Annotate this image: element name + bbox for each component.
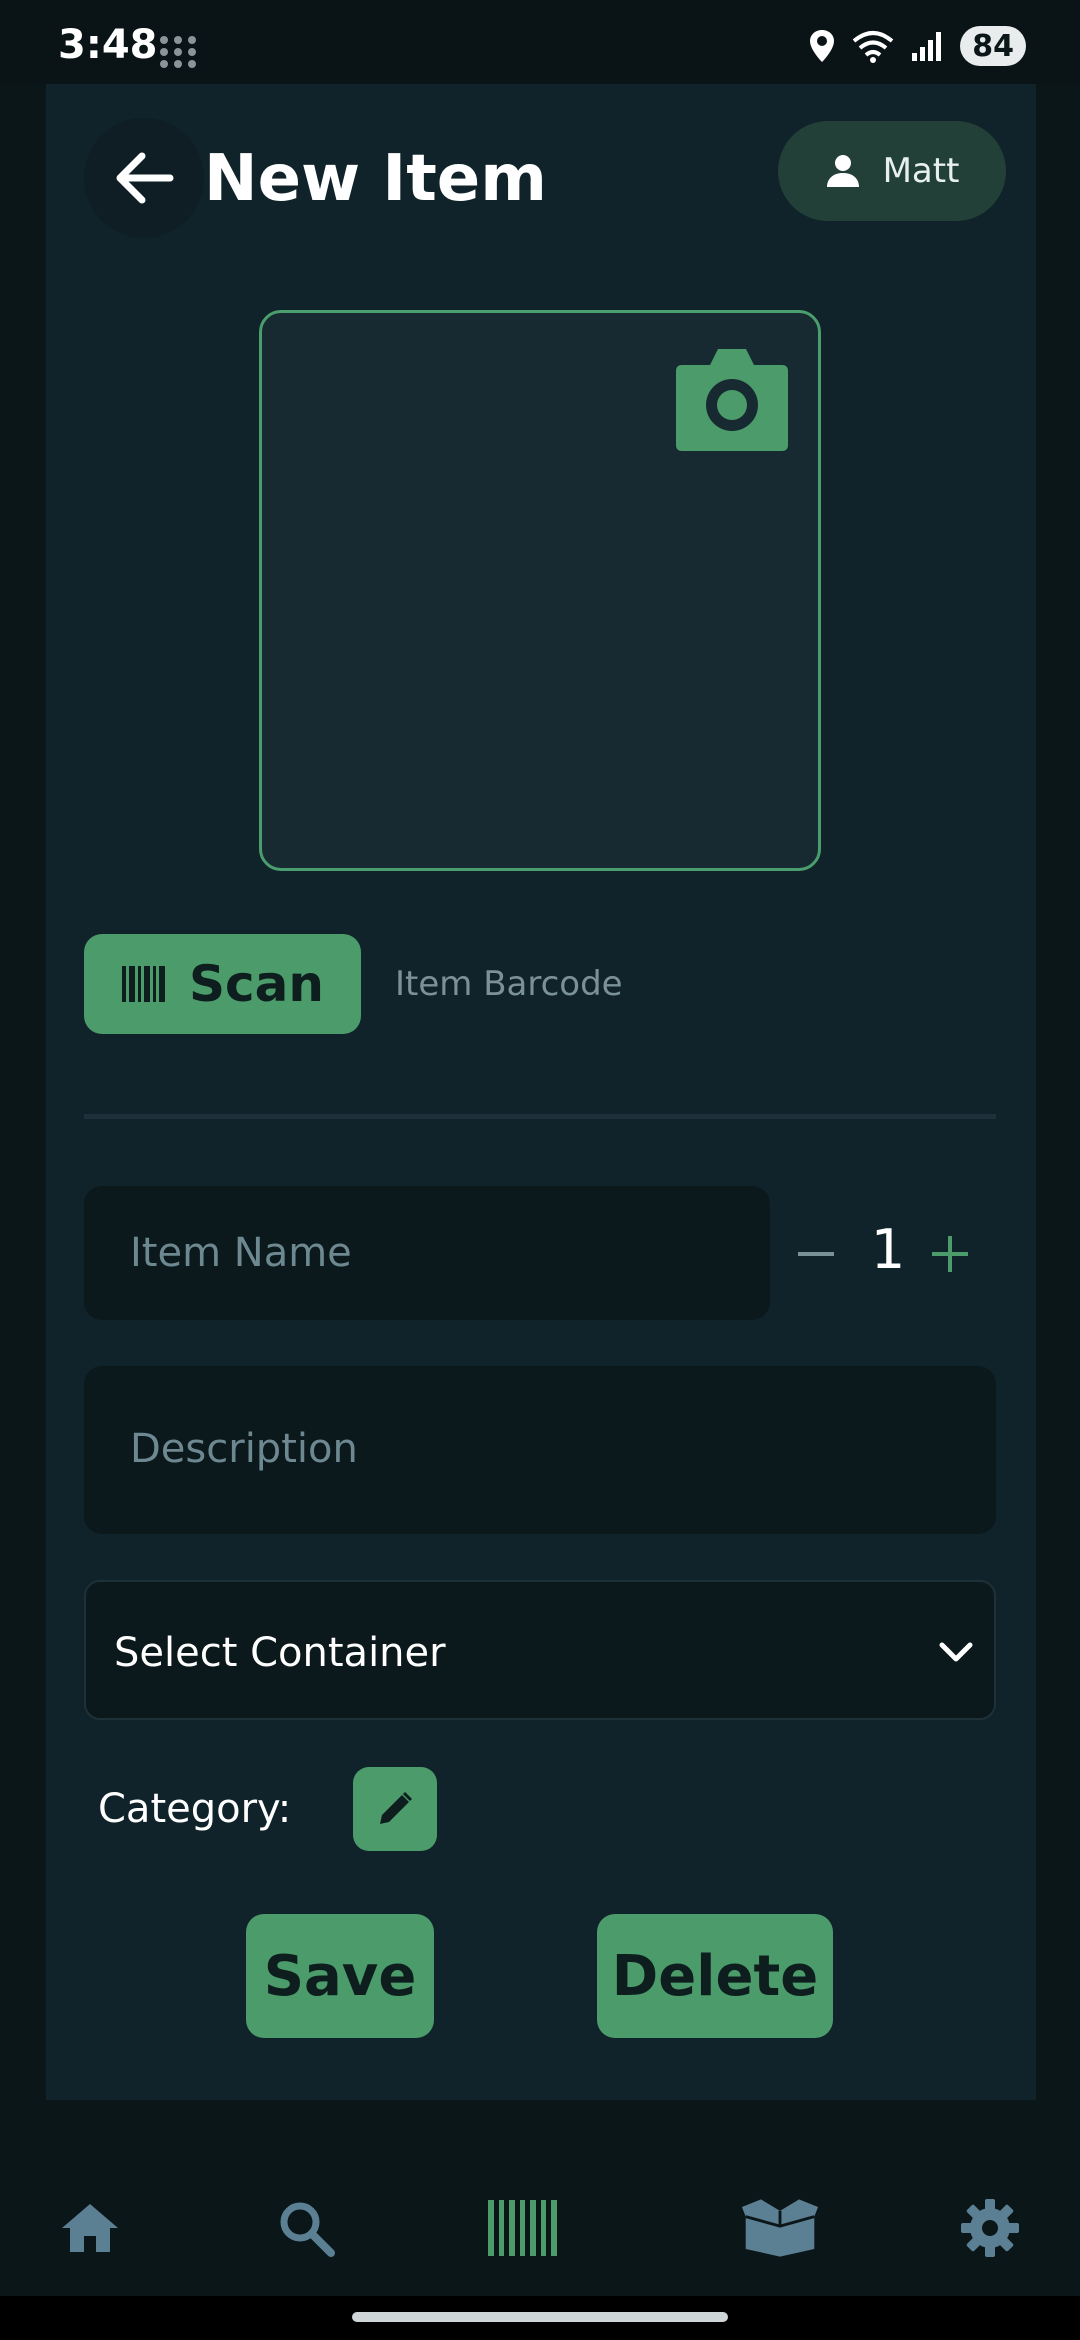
location-icon (810, 30, 835, 62)
status-time: 3:48 (58, 22, 158, 68)
nav-scan[interactable] (483, 2188, 563, 2268)
chevron-down-icon (939, 1642, 973, 1662)
wifi-icon (852, 31, 894, 63)
camera-icon[interactable] (674, 345, 790, 453)
item-name-placeholder: Item Name (130, 1230, 352, 1276)
barcode-icon (488, 2200, 557, 2256)
category-label: Category: (98, 1786, 292, 1832)
gear-icon (961, 2199, 1019, 2257)
quantity-value: 1 (870, 1218, 906, 1281)
scan-button[interactable]: Scan (84, 934, 361, 1034)
home-icon (62, 2204, 118, 2252)
battery-indicator: 84 (960, 26, 1026, 66)
container-select[interactable]: Select Container (84, 1580, 996, 1720)
page-title: New Item (204, 142, 547, 216)
user-name: Matt (882, 151, 960, 191)
item-barcode-label: Item Barcode (395, 964, 623, 1004)
description-placeholder: Description (130, 1426, 358, 1472)
person-icon (826, 155, 859, 187)
home-indicator[interactable] (352, 2312, 728, 2322)
nav-settings[interactable] (950, 2188, 1030, 2268)
quantity-increment-button[interactable] (930, 1226, 970, 1282)
nav-search[interactable] (266, 2188, 346, 2268)
status-bar: 3:48 84 (0, 0, 1080, 84)
edit-category-button[interactable] (353, 1767, 437, 1851)
nav-containers[interactable] (740, 2188, 820, 2268)
scan-label: Scan (189, 955, 324, 1013)
item-photo-area[interactable] (259, 310, 821, 871)
search-icon (280, 2202, 335, 2257)
delete-button[interactable]: Delete (597, 1914, 833, 2038)
box-icon (741, 2199, 819, 2257)
nav-home[interactable] (50, 2188, 130, 2268)
container-select-value: Select Container (114, 1630, 446, 1676)
quantity-decrement-button[interactable] (796, 1226, 836, 1282)
item-name-input[interactable]: Item Name (84, 1186, 770, 1320)
status-icons: 84 (808, 24, 1026, 68)
save-button[interactable]: Save (246, 1914, 434, 2038)
pencil-icon (380, 1791, 413, 1824)
arrow-left-icon (116, 152, 174, 204)
barcode-icon (122, 966, 165, 1002)
signal-icon (912, 32, 942, 61)
apps-grid-icon (160, 36, 196, 68)
divider (84, 1114, 996, 1119)
bottom-navigation (0, 2160, 1080, 2280)
description-input[interactable]: Description (84, 1366, 996, 1534)
back-button[interactable] (84, 118, 204, 238)
user-account-button[interactable]: Matt (778, 121, 1006, 221)
